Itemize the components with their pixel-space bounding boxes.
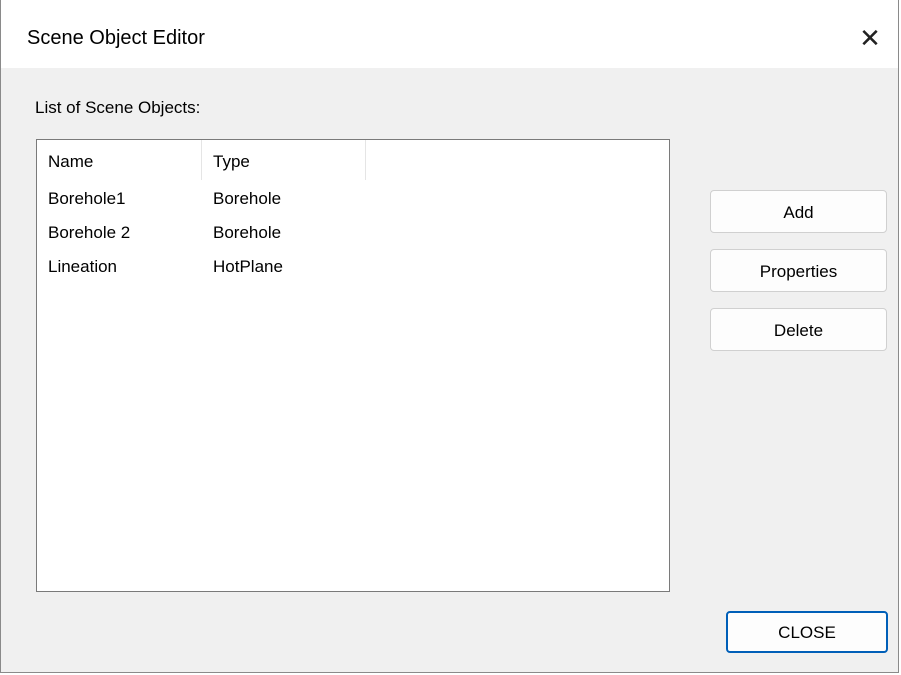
window-title: Scene Object Editor [27, 27, 205, 49]
list-caption: List of Scene Objects: [35, 98, 201, 117]
list-item[interactable]: Lineation HotPlane [37, 250, 669, 284]
list-item[interactable]: Borehole1 Borehole [37, 182, 669, 216]
properties-button[interactable]: Properties [710, 249, 887, 292]
list-item-type: Borehole [213, 189, 282, 208]
list-item-name: Borehole 2 [48, 223, 131, 242]
add-button[interactable]: Add [710, 190, 887, 233]
list-item-type: HotPlane [213, 257, 283, 276]
column-header-type[interactable]: Type [202, 140, 366, 180]
close-button[interactable]: CLOSE [726, 611, 888, 653]
delete-button[interactable]: Delete [710, 308, 887, 351]
list-item-name: Borehole1 [48, 189, 126, 208]
list-item[interactable]: Borehole 2 Borehole [37, 216, 669, 250]
scene-objects-list[interactable]: Name Type Borehole1 Borehole Borehole 2 … [36, 139, 670, 592]
column-header-name[interactable]: Name [37, 140, 202, 180]
scene-object-editor-dialog: Scene Object Editor ✕ List of Scene Obje… [0, 0, 899, 673]
list-item-name: Lineation [48, 257, 118, 276]
close-icon[interactable]: ✕ [852, 20, 888, 56]
list-header: Name Type [37, 140, 669, 180]
title-bar: Scene Object Editor ✕ [1, 0, 898, 68]
list-item-type: Borehole [213, 223, 282, 242]
